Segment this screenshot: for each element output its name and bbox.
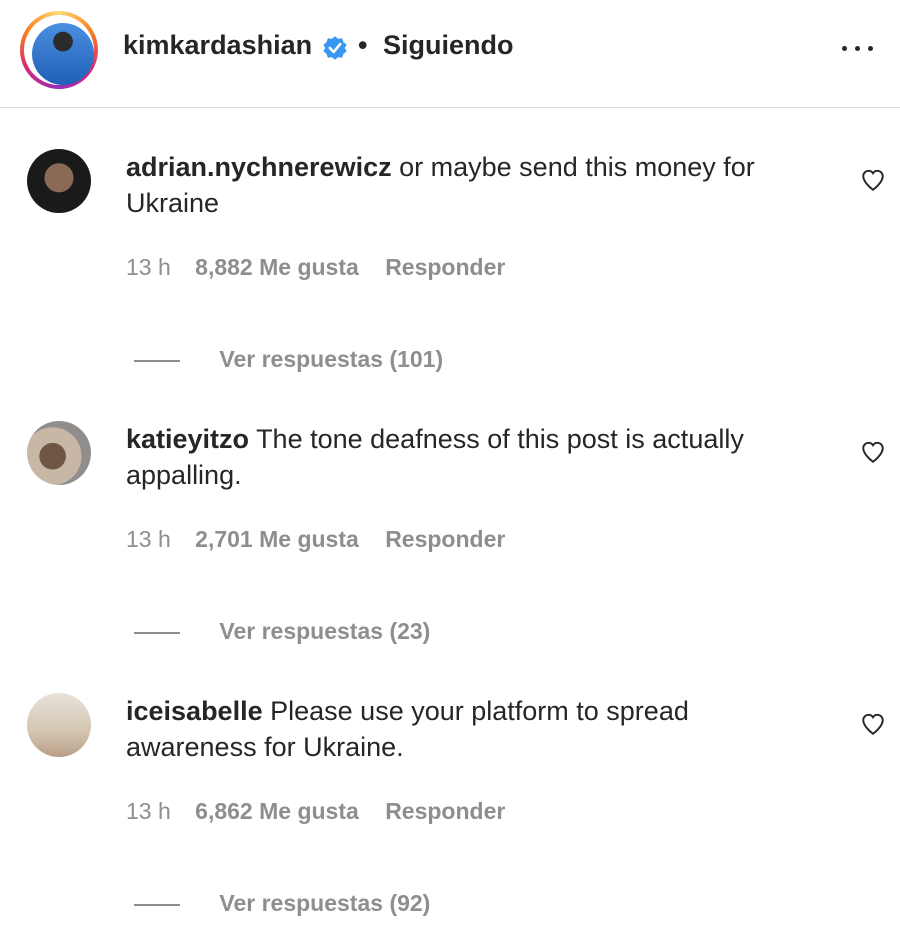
comment-body: iceisabelle Please use your platform to … [126, 693, 816, 765]
post-header: kimkardashian • Siguiendo [0, 0, 900, 108]
more-options-icon[interactable] [838, 36, 878, 60]
verified-badge-icon [323, 36, 347, 60]
reply-button[interactable]: Responder [385, 254, 505, 280]
heart-outline-icon[interactable] [860, 167, 886, 193]
profile-avatar[interactable] [32, 23, 94, 85]
commenter-avatar[interactable] [27, 693, 91, 757]
view-replies-button[interactable]: Ver respuestas (23) [219, 618, 430, 644]
heart-outline-icon[interactable] [860, 711, 886, 737]
replies-divider-line [134, 631, 180, 634]
comment-body: katieyitzo The tone deafness of this pos… [126, 421, 816, 493]
comment-meta: 13 h 8,882 Me gusta Responder [126, 254, 505, 281]
profile-avatar-story-ring[interactable] [20, 11, 98, 89]
heart-outline-icon[interactable] [860, 439, 886, 465]
view-replies: Ver respuestas (101) [134, 346, 443, 373]
comment-meta: 13 h 2,701 Me gusta Responder [126, 526, 505, 553]
comment-time[interactable]: 13 h [126, 526, 171, 552]
comment-username[interactable]: katieyitzo [126, 424, 249, 454]
comment-username[interactable]: adrian.nychnerewicz [126, 152, 392, 182]
replies-divider-line [134, 903, 180, 906]
profile-username[interactable]: kimkardashian [123, 30, 312, 61]
comment-time[interactable]: 13 h [126, 254, 171, 280]
reply-button[interactable]: Responder [385, 526, 505, 552]
view-replies: Ver respuestas (23) [134, 618, 430, 645]
commenter-avatar[interactable] [27, 421, 91, 485]
comment-likes[interactable]: 6,862 Me gusta [195, 798, 359, 824]
commenter-avatar[interactable] [27, 149, 91, 213]
comment-time[interactable]: 13 h [126, 798, 171, 824]
replies-divider-line [134, 359, 180, 362]
comment-meta: 13 h 6,862 Me gusta Responder [126, 798, 505, 825]
comment-likes[interactable]: 2,701 Me gusta [195, 526, 359, 552]
comment-username[interactable]: iceisabelle [126, 696, 263, 726]
following-button[interactable]: Siguiendo [383, 30, 514, 61]
view-replies-button[interactable]: Ver respuestas (92) [219, 890, 430, 916]
comment-body: adrian.nychnerewicz or maybe send this m… [126, 149, 816, 221]
reply-button[interactable]: Responder [385, 798, 505, 824]
view-replies: Ver respuestas (92) [134, 890, 430, 917]
comment-likes[interactable]: 8,882 Me gusta [195, 254, 359, 280]
view-replies-button[interactable]: Ver respuestas (101) [219, 346, 443, 372]
header-separator: • [358, 30, 368, 60]
